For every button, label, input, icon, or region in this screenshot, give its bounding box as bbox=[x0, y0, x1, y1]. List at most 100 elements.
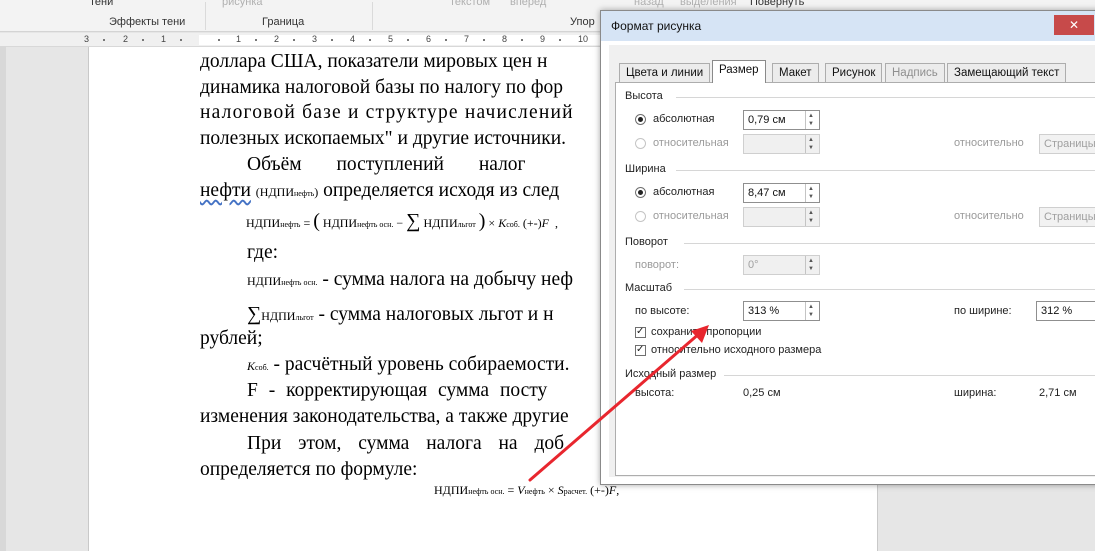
close-icon: ✕ bbox=[1068, 18, 1080, 32]
tab-alt-text[interactable]: Замещающий текст bbox=[947, 63, 1067, 82]
scale-height-spinner[interactable]: 313 % ▲ ▼ bbox=[743, 301, 820, 321]
ribbon-group-shadow-effects: Эффекты тени bbox=[109, 16, 186, 28]
spinner-arrows[interactable]: ▲ ▼ bbox=[805, 256, 819, 274]
doc-line: определяется по формуле: bbox=[200, 459, 418, 480]
tab-layout[interactable]: Макет bbox=[772, 63, 819, 82]
width-relative-to-label: относительно bbox=[954, 210, 1024, 222]
ruler-number: 2 bbox=[123, 34, 129, 44]
ribbon-bring-forward-button[interactable]: вперед bbox=[510, 0, 546, 8]
term-collection-rate: Kсоб. bbox=[247, 359, 269, 373]
tab-picture[interactable]: Рисунок bbox=[825, 63, 883, 82]
doc-line: налоговой базе и структуре начислений bbox=[200, 102, 574, 123]
ruler-tick bbox=[103, 39, 105, 41]
width-relative-to-select[interactable]: Страницы bbox=[1039, 207, 1095, 227]
doc-line: Объём поступлений налог bbox=[247, 154, 526, 175]
doc-line: где: bbox=[247, 242, 279, 263]
width-absolute-label: абсолютная bbox=[653, 186, 715, 198]
doc-line: F - корректирующая сумма посту bbox=[247, 380, 548, 401]
width-relative-spinner[interactable]: ▲ ▼ bbox=[743, 207, 820, 227]
relative-original-checkbox[interactable] bbox=[635, 344, 646, 356]
ribbon-wrap-text-button[interactable]: текстом bbox=[450, 0, 490, 8]
lock-aspect-checkbox[interactable] bbox=[635, 326, 646, 338]
height-relative-radio[interactable] bbox=[635, 138, 646, 149]
width-absolute-spinner[interactable]: 8,47 см ▲ ▼ bbox=[743, 183, 820, 203]
size-tab-panel: Высота абсолютная 0,79 см ▲ ▼ относительн… bbox=[615, 82, 1095, 476]
doc-line: рублей; bbox=[200, 328, 263, 349]
scale-height-label: по высоте: bbox=[635, 305, 690, 317]
dialog-body: Цвета и линии Размер Макет Рисунок Надпи… bbox=[609, 45, 1095, 477]
height-relative-to-select[interactable]: Страницы bbox=[1039, 134, 1095, 154]
formula-ndpi-base: НДПИнефть осн. = Vнефть × Sрасчет. (+-)F… bbox=[434, 483, 620, 497]
spinner-arrows[interactable]: ▲ ▼ bbox=[805, 208, 819, 226]
ruler-tick bbox=[521, 39, 523, 41]
ruler-tick bbox=[407, 39, 409, 41]
spinner-arrows[interactable]: ▲ ▼ bbox=[805, 111, 819, 129]
rotation-label: поворот: bbox=[635, 259, 679, 271]
divider bbox=[724, 375, 1095, 376]
ribbon-picture-button[interactable]: рисунка bbox=[222, 0, 263, 8]
ribbon-rotate-button[interactable]: Повернуть bbox=[750, 0, 804, 8]
ribbon-separator bbox=[372, 2, 373, 30]
original-height-label: высота: bbox=[635, 387, 675, 399]
close-button[interactable]: ✕ bbox=[1054, 15, 1094, 35]
ruler-tick bbox=[559, 39, 561, 41]
width-relative-label: относительная bbox=[653, 210, 729, 222]
height-relative-label: относительная bbox=[653, 137, 729, 149]
divider bbox=[684, 289, 1095, 290]
height-absolute-label: абсолютная bbox=[653, 113, 715, 125]
ruler-number: 4 bbox=[350, 34, 356, 44]
spinner-arrows[interactable]: ▲ ▼ bbox=[805, 135, 819, 153]
doc-line: динамика налоговой базы по налогу по фор bbox=[200, 77, 563, 98]
ribbon-group-border: Граница bbox=[262, 16, 305, 28]
format-picture-dialog: Формат рисунка ✕ Цвета и линии Размер Ма… bbox=[600, 10, 1095, 485]
ribbon-selection-pane-button[interactable]: выделения bbox=[680, 0, 737, 8]
ruler-number: 5 bbox=[388, 34, 394, 44]
doc-line: При этом, сумма налога на доб bbox=[247, 433, 565, 454]
ruler-number: 9 bbox=[540, 34, 546, 44]
tab-size[interactable]: Размер bbox=[712, 60, 766, 83]
height-absolute-spinner[interactable]: 0,79 см ▲ ▼ bbox=[743, 110, 820, 130]
doc-line: ∑НДПИльгот - сумма налоговых льгот и н bbox=[247, 303, 554, 325]
height-relative-spinner[interactable]: ▲ ▼ bbox=[743, 134, 820, 154]
ruler-number: 7 bbox=[464, 34, 470, 44]
ruler-number: 3 bbox=[312, 34, 318, 44]
doc-line: НДПИнефть осн. - сумма налога на добычу … bbox=[247, 269, 574, 290]
width-absolute-radio[interactable] bbox=[635, 187, 646, 198]
ruler-tick bbox=[369, 39, 371, 41]
width-relative-radio[interactable] bbox=[635, 211, 646, 222]
term-ndpi-base: НДПИнефть осн. bbox=[247, 274, 318, 288]
ruler-number: 1 bbox=[161, 34, 167, 44]
original-width-label: ширина: bbox=[954, 387, 997, 399]
spinner-arrows[interactable]: ▲ ▼ bbox=[805, 184, 819, 202]
height-absolute-radio[interactable] bbox=[635, 114, 646, 125]
word-oil: нефти bbox=[200, 180, 251, 201]
rotation-spinner[interactable]: 0° ▲ ▼ bbox=[743, 255, 820, 275]
section-scale: Масштаб bbox=[625, 282, 673, 294]
section-rotation: Поворот bbox=[625, 236, 668, 248]
divider bbox=[676, 170, 1095, 171]
ruler-tick bbox=[255, 39, 257, 41]
section-height: Высота bbox=[625, 90, 663, 102]
term-sum-benefits: ∑НДПИльгот bbox=[247, 303, 314, 325]
section-width: Ширина bbox=[625, 163, 666, 175]
ribbon-shadow-button[interactable]: тени bbox=[90, 0, 113, 8]
tab-colors-and-lines[interactable]: Цвета и линии bbox=[619, 63, 711, 82]
ruler-number: 3 bbox=[84, 34, 90, 44]
ruler-number: 2 bbox=[274, 34, 280, 44]
divider bbox=[684, 243, 1095, 244]
ruler-tick bbox=[331, 39, 333, 41]
scale-width-spinner[interactable]: 312 % bbox=[1036, 301, 1095, 321]
doc-text: определяется исходя из след bbox=[323, 180, 560, 201]
ribbon-send-backward-button[interactable]: назад bbox=[634, 0, 664, 8]
doc-line: доллара США, показатели мировых цен н bbox=[200, 51, 548, 72]
ribbon-separator bbox=[205, 2, 206, 30]
dialog-titlebar[interactable]: Формат рисунка ✕ bbox=[601, 11, 1095, 41]
original-height-value: 0,25 см bbox=[743, 387, 781, 399]
doc-line: изменения законодательства, а также друг… bbox=[200, 406, 569, 427]
tab-text-box[interactable]: Надпись bbox=[885, 63, 945, 82]
ruler-tick bbox=[180, 39, 182, 41]
ruler-number: 1 bbox=[236, 34, 242, 44]
ruler-number: 8 bbox=[502, 34, 508, 44]
spinner-arrows[interactable]: ▲ ▼ bbox=[805, 302, 819, 320]
ribbon-group-arrange: Упор bbox=[570, 16, 595, 28]
